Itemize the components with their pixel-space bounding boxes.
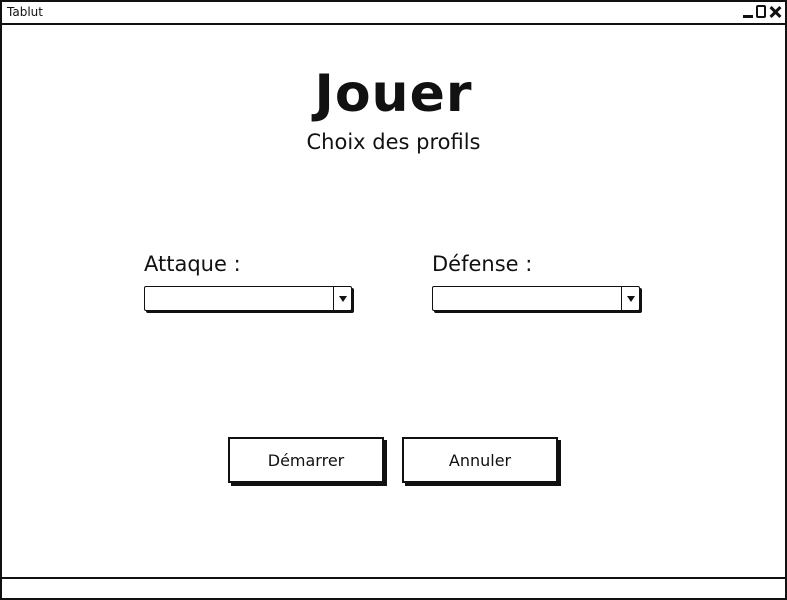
page-title: Jouer: [314, 64, 473, 124]
window-controls: [743, 5, 781, 19]
maximize-icon[interactable]: [756, 5, 766, 18]
window-title: Tablut: [7, 5, 43, 19]
minimize-icon[interactable]: [743, 15, 753, 18]
title-bar: Tablut: [2, 2, 785, 25]
chevron-down-icon: [626, 295, 635, 302]
attack-label: Attaque :: [144, 252, 241, 276]
attack-dropdown-button[interactable]: [333, 287, 351, 310]
defense-profile-select[interactable]: [432, 286, 640, 311]
status-bar: [2, 577, 785, 598]
app-window: Tablut Jouer Choix des profils Attaque :…: [0, 0, 787, 600]
defense-label: Défense :: [432, 252, 533, 276]
chevron-down-icon: [338, 295, 347, 302]
attack-profile-select[interactable]: [144, 286, 352, 311]
close-icon[interactable]: [769, 6, 781, 18]
cancel-button[interactable]: Annuler: [402, 437, 558, 483]
start-button[interactable]: Démarrer: [228, 437, 384, 483]
defense-dropdown-button[interactable]: [621, 287, 639, 310]
page-subtitle: Choix des profils: [306, 130, 481, 154]
